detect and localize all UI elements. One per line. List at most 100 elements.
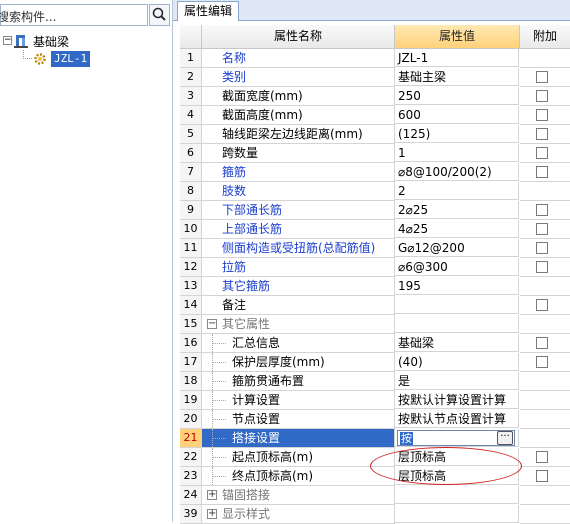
value-cell[interactable]: 基础梁 bbox=[395, 334, 519, 352]
collapse-icon[interactable]: − bbox=[3, 36, 12, 45]
name-cell[interactable]: 备注 bbox=[202, 296, 395, 315]
table-row[interactable]: 14 备注 bbox=[180, 296, 570, 315]
table-row[interactable]: 3 截面宽度(mm) 250 bbox=[180, 87, 570, 106]
extra-checkbox[interactable] bbox=[536, 337, 548, 349]
name-cell[interactable]: 肢数 bbox=[202, 182, 395, 201]
collapse-icon[interactable]: − bbox=[207, 319, 217, 329]
value-cell[interactable]: 2 bbox=[395, 182, 519, 200]
value-cell[interactable]: 按默认节点设置计算 bbox=[395, 410, 519, 428]
name-cell[interactable]: 终点顶标高(m) bbox=[202, 467, 395, 486]
name-cell[interactable]: 其它箍筋 bbox=[202, 277, 395, 296]
tab-property-edit[interactable]: 属性编辑 bbox=[177, 1, 240, 21]
value-cell[interactable]: 是 bbox=[395, 372, 519, 390]
name-cell[interactable]: 下部通长筋 bbox=[202, 201, 395, 220]
table-row[interactable]: 11 侧面构造或受扭筋(总配筋值) G⌀12@200 bbox=[180, 239, 570, 258]
expand-icon[interactable]: + bbox=[207, 509, 217, 519]
tree-node-root[interactable]: − 基础梁 bbox=[0, 32, 172, 50]
extra-checkbox[interactable] bbox=[536, 147, 548, 159]
name-cell[interactable]: 轴线距梁左边线距离(mm) bbox=[202, 125, 395, 144]
value-cell[interactable]: 按默认计算设置计算 bbox=[395, 391, 519, 409]
table-row[interactable]: 39 + 显示样式 bbox=[180, 505, 570, 524]
table-row[interactable]: 18 箍筋贯通布置 是 bbox=[180, 372, 570, 391]
table-row[interactable]: 19 计算设置 按默认计算设置计算 bbox=[180, 391, 570, 410]
name-cell[interactable]: 节点设置 bbox=[202, 410, 395, 429]
value-cell[interactable]: 1 bbox=[395, 144, 519, 162]
extra-checkbox[interactable] bbox=[536, 166, 548, 178]
value-cell[interactable]: JZL-1 bbox=[395, 49, 519, 67]
table-row[interactable]: 21 搭接设置 按 ··· bbox=[180, 429, 570, 448]
extra-checkbox[interactable] bbox=[536, 90, 548, 102]
extra-checkbox[interactable] bbox=[536, 223, 548, 235]
table-row[interactable]: 12 拉筋 ⌀6@300 bbox=[180, 258, 570, 277]
name-cell[interactable]: + 显示样式 bbox=[202, 505, 395, 524]
name-cell[interactable]: + 锚固搭接 bbox=[202, 486, 395, 505]
name-cell[interactable]: 起点顶标高(m) bbox=[202, 448, 395, 467]
value-cell[interactable] bbox=[395, 296, 519, 314]
table-row[interactable]: 24 + 锚固搭接 bbox=[180, 486, 570, 505]
value-cell[interactable]: ⌀6@300 bbox=[395, 258, 519, 276]
value-cell[interactable]: (125) bbox=[395, 125, 519, 143]
extra-checkbox[interactable] bbox=[536, 204, 548, 216]
value-cell[interactable]: (40) bbox=[395, 353, 519, 371]
extra-checkbox[interactable] bbox=[536, 299, 548, 311]
value-cell[interactable]: 按 ··· bbox=[395, 429, 519, 447]
value-cell[interactable]: ⌀8@100/200(2) bbox=[395, 163, 519, 181]
table-row[interactable]: 10 上部通长筋 4⌀25 bbox=[180, 220, 570, 239]
value-cell[interactable]: 250 bbox=[395, 87, 519, 105]
value-cell[interactable]: 195 bbox=[395, 277, 519, 295]
tree-node-jzl-1[interactable]: JZL-1 bbox=[0, 50, 172, 68]
table-row[interactable]: 8 肢数 2 bbox=[180, 182, 570, 201]
extra-checkbox[interactable] bbox=[536, 71, 548, 83]
extra-checkbox[interactable] bbox=[536, 242, 548, 254]
table-row[interactable]: 2 类别 基础主梁 bbox=[180, 68, 570, 87]
ellipsis-button[interactable]: ··· bbox=[497, 431, 513, 445]
table-row[interactable]: 5 轴线距梁左边线距离(mm) (125) bbox=[180, 125, 570, 144]
extra-checkbox[interactable] bbox=[536, 261, 548, 273]
search-button[interactable] bbox=[149, 4, 170, 26]
value-cell[interactable] bbox=[395, 315, 519, 333]
extra-checkbox[interactable] bbox=[536, 356, 548, 368]
row-name: 备注 bbox=[222, 298, 247, 312]
name-cell[interactable]: 截面宽度(mm) bbox=[202, 87, 395, 106]
name-cell[interactable]: 截面高度(mm) bbox=[202, 106, 395, 125]
row-name: 上部通长筋 bbox=[222, 222, 283, 236]
value-cell[interactable]: 600 bbox=[395, 106, 519, 124]
name-cell[interactable]: 上部通长筋 bbox=[202, 220, 395, 239]
table-row[interactable]: 17 保护层厚度(mm) (40) bbox=[180, 353, 570, 372]
name-cell[interactable]: 名称 bbox=[202, 49, 395, 68]
value-cell[interactable]: 基础主梁 bbox=[395, 68, 519, 86]
extra-checkbox[interactable] bbox=[536, 128, 548, 140]
name-cell[interactable]: 侧面构造或受扭筋(总配筋值) bbox=[202, 239, 395, 258]
name-cell[interactable]: 箍筋贯通布置 bbox=[202, 372, 395, 391]
value-cell[interactable]: 4⌀25 bbox=[395, 220, 519, 238]
value-cell[interactable] bbox=[395, 505, 519, 523]
value-cell[interactable] bbox=[395, 486, 519, 504]
name-cell[interactable]: − 其它属性 bbox=[202, 315, 395, 334]
table-row[interactable]: 9 下部通长筋 2⌀25 bbox=[180, 201, 570, 220]
table-row[interactable]: 20 节点设置 按默认节点设置计算 bbox=[180, 410, 570, 429]
name-cell[interactable]: 拉筋 bbox=[202, 258, 395, 277]
name-cell[interactable]: 计算设置 bbox=[202, 391, 395, 410]
extra-checkbox[interactable] bbox=[536, 451, 548, 463]
expand-icon[interactable]: + bbox=[207, 490, 217, 500]
name-cell[interactable]: 保护层厚度(mm) bbox=[202, 353, 395, 372]
row-number: 6 bbox=[180, 144, 202, 163]
table-row[interactable]: 7 箍筋 ⌀8@100/200(2) bbox=[180, 163, 570, 182]
name-cell[interactable]: 箍筋 bbox=[202, 163, 395, 182]
name-cell[interactable]: 类别 bbox=[202, 68, 395, 87]
table-row[interactable]: 1 名称 JZL-1 bbox=[180, 49, 570, 68]
extra-checkbox[interactable] bbox=[536, 109, 548, 121]
value-editor[interactable]: 按 ··· bbox=[397, 430, 515, 446]
value-cell[interactable]: 2⌀25 bbox=[395, 201, 519, 219]
value-cell[interactable]: G⌀12@200 bbox=[395, 239, 519, 257]
extra-checkbox[interactable] bbox=[536, 470, 548, 482]
table-row[interactable]: 13 其它箍筋 195 bbox=[180, 277, 570, 296]
name-cell[interactable]: 汇总信息 bbox=[202, 334, 395, 353]
table-row[interactable]: 15− 其它属性 bbox=[180, 315, 570, 334]
search-input[interactable]: 搜索构件... bbox=[0, 4, 148, 26]
table-row[interactable]: 16 汇总信息 基础梁 bbox=[180, 334, 570, 353]
name-cell[interactable]: 跨数量 bbox=[202, 144, 395, 163]
name-cell[interactable]: 搭接设置 bbox=[202, 429, 395, 448]
table-row[interactable]: 6 跨数量 1 bbox=[180, 144, 570, 163]
table-row[interactable]: 4 截面高度(mm) 600 bbox=[180, 106, 570, 125]
